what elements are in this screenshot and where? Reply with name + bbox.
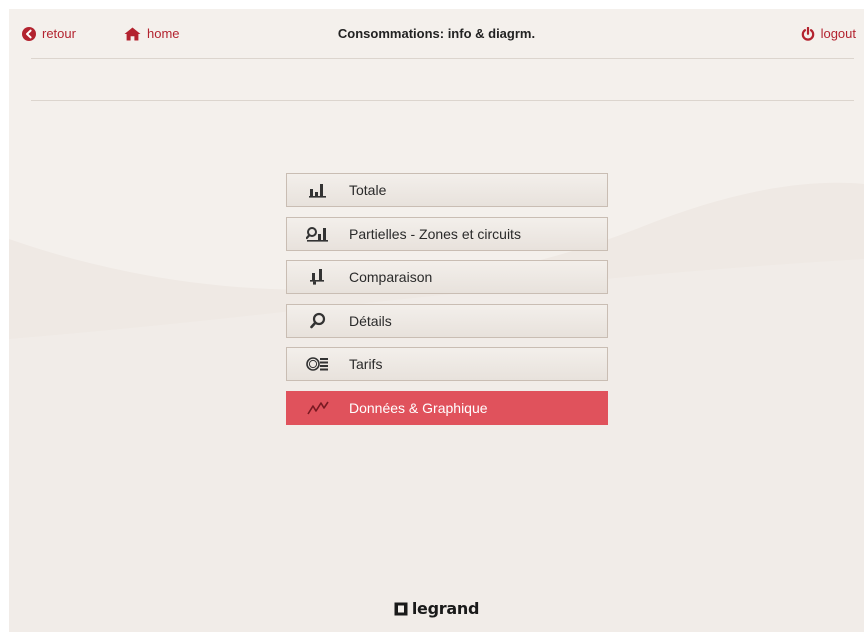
subheader-divider	[31, 100, 854, 101]
menu-item-partielles[interactable]: Partielles - Zones et circuits	[286, 216, 608, 251]
zoom-chart-icon	[287, 226, 349, 242]
consumption-menu: Totale Partielles - Zones et circuits Co…	[286, 173, 608, 434]
menu-item-label: Données & Graphique	[349, 399, 488, 416]
menu-item-label: Tarifs	[349, 356, 383, 372]
logout-label: logout	[820, 26, 856, 41]
bar-chart-icon	[287, 182, 349, 198]
menu-item-totale[interactable]: Totale	[286, 173, 608, 207]
logout-button[interactable]: logout	[801, 26, 856, 41]
menu-item-comparaison[interactable]: Comparaison	[286, 260, 608, 294]
coins-icon	[287, 356, 349, 372]
menu-item-label: Totale	[349, 182, 387, 198]
menu-item-label: Comparaison	[349, 269, 433, 285]
header-divider	[31, 58, 854, 59]
magnifier-icon	[287, 312, 349, 330]
menu-item-label: Partielles - Zones et circuits	[349, 225, 521, 242]
power-icon	[801, 26, 814, 41]
menu-item-donnees-graphique[interactable]: Données & Graphique	[286, 390, 608, 425]
legrand-logo: legrand	[9, 599, 864, 618]
compare-chart-icon	[287, 268, 349, 286]
top-bar: retour home Consommations: info & diagrm…	[9, 9, 864, 57]
menu-item-details[interactable]: Détails	[286, 303, 608, 338]
app-frame: retour home Consommations: info & diagrm…	[9, 9, 864, 632]
menu-item-tarifs[interactable]: Tarifs	[286, 347, 608, 381]
menu-item-label: Détails	[349, 312, 392, 329]
page-title: Consommations: info & diagrm.	[337, 26, 536, 41]
line-graph-icon	[287, 400, 349, 416]
legrand-square-icon	[394, 602, 408, 615]
brand-name: legrand	[411, 599, 480, 618]
